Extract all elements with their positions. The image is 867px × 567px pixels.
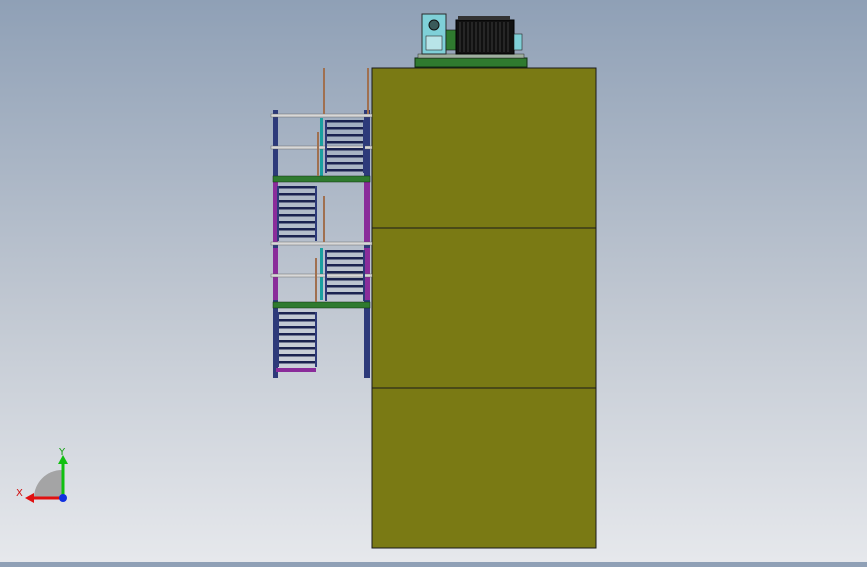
- handrail: [270, 241, 373, 246]
- stair-stringer: [315, 186, 317, 241]
- stair-tower[interactable]: [270, 68, 373, 378]
- motor-top-strip: [458, 16, 510, 20]
- landing-lower[interactable]: [272, 301, 371, 309]
- gearbox-cover: [425, 35, 443, 51]
- stair-tread: [326, 257, 364, 260]
- handrail: [270, 113, 373, 118]
- stair-tread: [326, 127, 364, 130]
- stair-tread: [326, 285, 364, 288]
- handrail: [270, 273, 373, 278]
- stair-tread: [326, 278, 364, 281]
- machine-base-rail: [417, 53, 525, 59]
- landing-upper[interactable]: [272, 175, 371, 183]
- stair-tread: [278, 354, 316, 357]
- stair-tread: [326, 292, 364, 295]
- brace-right-upper: [364, 182, 370, 242]
- stair-stringer: [363, 120, 365, 173]
- motor-body[interactable]: [455, 19, 515, 55]
- stair-tread: [278, 193, 316, 196]
- stair-stringer: [325, 250, 327, 301]
- stair-tread: [326, 134, 364, 137]
- stair-tread: [278, 361, 316, 364]
- stair-tread: [326, 155, 364, 158]
- stair-tread: [278, 340, 316, 343]
- stair-tread: [278, 228, 316, 231]
- triad-plane-icon: [34, 470, 62, 498]
- stair-stringer: [315, 312, 317, 367]
- stair-stringer: [277, 312, 279, 367]
- stair-tread: [278, 235, 316, 238]
- stair-tread: [278, 326, 316, 329]
- tower-body[interactable]: [371, 67, 597, 549]
- stair-tread: [326, 141, 364, 144]
- stair-tread: [278, 186, 316, 189]
- machine-base-plate[interactable]: [414, 57, 528, 68]
- stair-tread: [326, 162, 364, 165]
- stair-tread: [278, 347, 316, 350]
- stair-tread: [278, 200, 316, 203]
- stair-tread: [326, 271, 364, 274]
- tower-panel-top[interactable]: [371, 67, 597, 549]
- top-machinery[interactable]: [414, 13, 528, 68]
- stair-tread: [278, 207, 316, 210]
- cad-viewport[interactable]: Y X: [0, 0, 867, 562]
- stair-tread: [278, 221, 316, 224]
- stair-tread: [278, 214, 316, 217]
- x-axis-label: X: [16, 488, 23, 499]
- stair-tread: [278, 319, 316, 322]
- gearbox-shaft-icon: [428, 19, 440, 31]
- rail-posts: [315, 68, 369, 302]
- model-canvas[interactable]: Y X: [0, 0, 867, 562]
- x-axis-arrow-icon: [25, 493, 34, 503]
- stair-tread: [326, 148, 364, 151]
- stair-tread: [326, 120, 364, 123]
- coupling: [445, 29, 457, 51]
- stair-stringer: [363, 250, 365, 301]
- z-axis-dot-icon: [59, 494, 67, 502]
- stair-tread: [326, 250, 364, 253]
- motor-endcap: [513, 33, 523, 51]
- stair-tread: [278, 312, 316, 315]
- stair-stringer: [325, 120, 327, 173]
- stair-tread: [278, 333, 316, 336]
- stair-tread: [326, 169, 364, 172]
- stair-tread: [326, 264, 364, 267]
- coordinate-triad: Y X: [16, 447, 68, 503]
- y-axis-label: Y: [58, 447, 66, 458]
- stair-stringer: [277, 186, 279, 241]
- stair-foot: [276, 368, 316, 372]
